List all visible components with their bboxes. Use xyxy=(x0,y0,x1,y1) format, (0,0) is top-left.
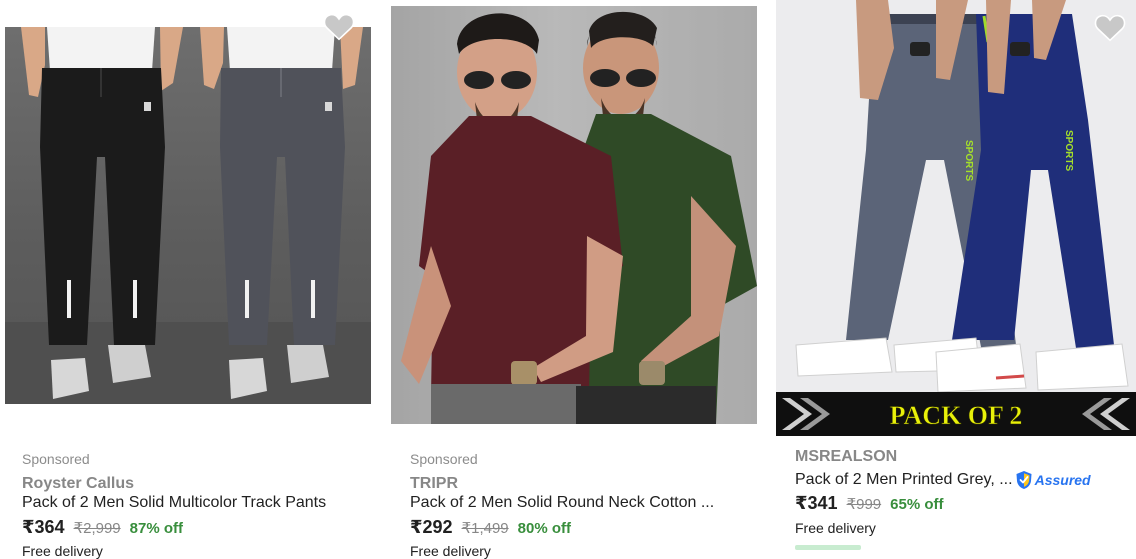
original-price: ₹1,499 xyxy=(461,520,509,537)
product-image[interactable] xyxy=(5,27,371,404)
brand-name: TRIPR xyxy=(410,475,458,492)
product-photo xyxy=(5,27,371,404)
delivery-info: Free delivery xyxy=(410,543,491,559)
sports-print: SPORTS xyxy=(963,140,974,181)
product-card[interactable]: SPORTS SPORTS PACK OF 2 MSREALSON Pack o… xyxy=(776,0,1136,550)
delivery-info: Free delivery xyxy=(795,520,876,536)
product-image[interactable]: SPORTS SPORTS PACK OF 2 xyxy=(776,0,1136,436)
sponsored-label: Sponsored xyxy=(410,451,478,467)
selling-price: ₹292 xyxy=(410,517,453,537)
product-title[interactable]: Pack of 2 Men Printed Grey, ... xyxy=(795,471,1013,489)
product-photo: SPORTS SPORTS PACK OF 2 xyxy=(776,0,1136,436)
original-price: ₹999 xyxy=(846,496,882,513)
assured-shield-icon xyxy=(1016,471,1032,489)
discount-label: 65% off xyxy=(890,496,944,513)
product-title-row[interactable]: Pack of 2 Men Printed Grey, ... Assured xyxy=(795,470,1091,490)
selling-price: ₹364 xyxy=(22,517,65,537)
delivery-info: Free delivery xyxy=(22,543,103,559)
price-row: ₹364 ₹2,999 87% off xyxy=(22,517,183,538)
selling-price: ₹341 xyxy=(795,493,838,513)
sports-print: SPORTS xyxy=(1063,130,1074,171)
wishlist-heart-icon[interactable] xyxy=(1094,12,1126,42)
product-image[interactable] xyxy=(391,6,757,424)
assured-badge: Assured xyxy=(1015,470,1091,490)
product-title[interactable]: Pack of 2 Men Solid Round Neck Cotton ..… xyxy=(410,494,755,512)
original-price: ₹2,999 xyxy=(73,520,121,537)
wishlist-heart-icon[interactable] xyxy=(323,11,355,41)
product-photo xyxy=(391,6,757,424)
product-card[interactable]: Sponsored Royster Callus Pack of 2 Men S… xyxy=(0,0,385,559)
product-title[interactable]: Pack of 2 Men Solid Multicolor Track Pan… xyxy=(22,494,367,512)
product-card[interactable]: Sponsored TRIPR Pack of 2 Men Solid Roun… xyxy=(388,0,773,559)
discount-label: 80% off xyxy=(517,520,571,537)
sponsored-label: Sponsored xyxy=(22,451,90,467)
price-row: ₹341 ₹999 65% off xyxy=(795,493,943,514)
discount-label: 87% off xyxy=(129,520,183,537)
price-row: ₹292 ₹1,499 80% off xyxy=(410,517,571,538)
assured-label: Assured xyxy=(1034,472,1091,488)
brand-name: Royster Callus xyxy=(22,475,135,492)
brand-name: MSREALSON xyxy=(795,448,898,465)
pack-banner-text: PACK OF 2 xyxy=(890,401,1023,430)
offer-strip xyxy=(795,545,861,550)
